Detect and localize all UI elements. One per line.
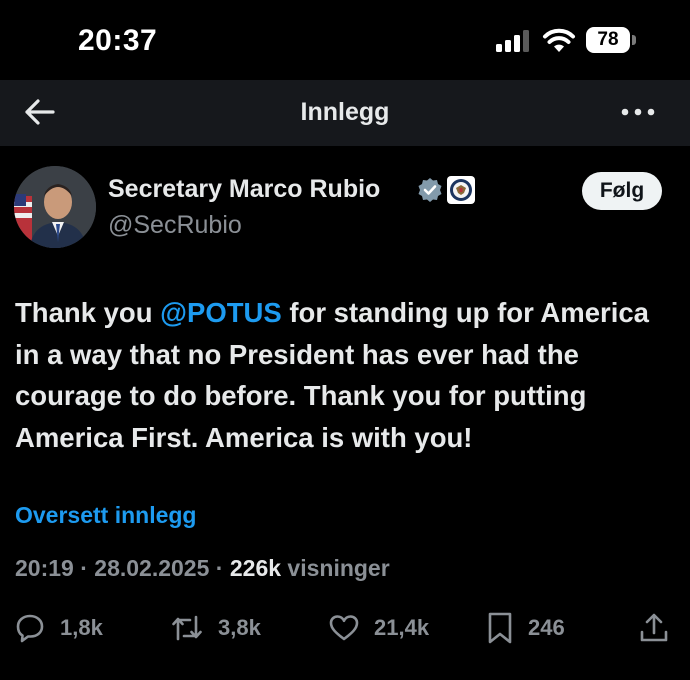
cellular-signal-icon <box>496 30 529 52</box>
views-label[interactable]: visninger <box>287 555 389 581</box>
like-button[interactable]: 21,4k <box>328 610 429 646</box>
reply-icon <box>16 614 44 643</box>
action-bar: 1,8k 3,8k 21,4k 246 <box>0 610 690 650</box>
repost-button[interactable]: 3,8k <box>170 610 261 646</box>
author-name[interactable]: Secretary Marco Rubio <box>108 175 380 204</box>
post-text-intro: Thank you <box>15 297 161 328</box>
affiliation-badge[interactable] <box>447 176 475 204</box>
bookmark-button[interactable]: 246 <box>486 610 565 646</box>
share-icon <box>640 613 668 642</box>
more-horizontal-icon <box>621 108 655 116</box>
post-meta: 20:19 · 28.02.2025 · 226k visninger <box>15 555 390 582</box>
status-time: 20:37 <box>78 24 158 57</box>
bookmark-icon <box>488 612 512 644</box>
more-options-button[interactable] <box>616 94 660 130</box>
heart-icon <box>329 615 359 641</box>
meta-separator: · <box>80 555 88 581</box>
post-date[interactable]: 28.02.2025 <box>94 555 209 581</box>
bookmark-count: 246 <box>528 615 565 640</box>
share-button[interactable] <box>638 610 670 646</box>
status-bar: 20:37 78 <box>0 0 690 80</box>
reply-count: 1,8k <box>60 615 103 640</box>
views-count[interactable]: 226k <box>230 555 281 581</box>
repost-icon <box>172 615 202 641</box>
mention-link[interactable]: @POTUS <box>160 297 282 328</box>
post-time[interactable]: 20:19 <box>15 555 74 581</box>
page-title: Innlegg <box>300 98 390 126</box>
nav-bar: Innlegg <box>0 80 690 146</box>
state-department-seal-icon <box>450 179 472 201</box>
battery-level: 78 <box>586 27 630 53</box>
meta-separator: · <box>215 555 224 581</box>
verified-badge-icon <box>418 178 442 202</box>
translate-post-link[interactable]: Oversett innlegg <box>15 502 196 529</box>
avatar-portrait <box>14 166 96 248</box>
author-handle[interactable]: @SecRubio <box>108 211 242 240</box>
repost-count: 3,8k <box>218 615 261 640</box>
battery-tip <box>632 35 636 45</box>
post-text: Thank you @POTUS for standing up for Ame… <box>15 292 680 458</box>
reply-button[interactable]: 1,8k <box>14 610 103 646</box>
battery-icon: 78 <box>586 27 638 53</box>
avatar[interactable] <box>14 166 96 248</box>
wifi-icon <box>543 28 575 52</box>
like-count: 21,4k <box>374 615 430 640</box>
follow-button[interactable]: Følg <box>582 172 662 210</box>
